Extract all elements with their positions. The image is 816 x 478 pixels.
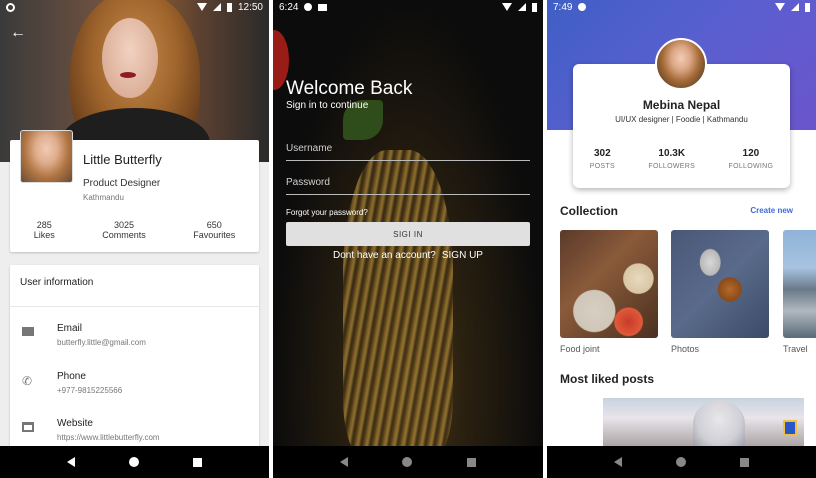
nav-home-icon[interactable] — [129, 457, 139, 467]
stat-value: 650 — [206, 220, 222, 230]
no-account-text: Dont have an account? — [333, 250, 436, 261]
profile-role: Product Designer — [83, 178, 161, 189]
info-value: https://www.littlebutterfly.com — [57, 433, 160, 442]
gear-icon — [304, 3, 313, 11]
login-screen: 6:24 Welcome Back Sign in to continue Fo… — [273, 0, 543, 478]
profile-card: Little Butterfly Product Designer Kathma… — [10, 130, 259, 252]
info-value: butterfly.little@gmail.com — [57, 338, 146, 347]
back-arrow-icon[interactable]: ← — [10, 25, 26, 41]
stat-label: FOLLOWERS — [648, 163, 696, 170]
stat-posts[interactable]: 302 POSTS — [590, 148, 615, 170]
username-field[interactable] — [286, 137, 530, 161]
stat-value: 120 — [742, 148, 760, 159]
password-input[interactable] — [286, 171, 530, 193]
nav-back-icon[interactable] — [614, 457, 622, 467]
collection-label: Travel — [783, 344, 808, 354]
collection-label: Food joint — [560, 344, 600, 354]
user-info-card: User information Email butterfly.little@… — [10, 265, 259, 455]
web-icon — [22, 422, 34, 434]
avatar — [20, 130, 73, 183]
stat-value: 3025 — [113, 220, 134, 230]
info-row-email[interactable]: Email butterfly.little@gmail.com — [10, 323, 259, 363]
nav-home-icon[interactable] — [402, 457, 413, 467]
stat-label: Comments — [102, 230, 146, 240]
stat-favourites[interactable]: 650 Favourites — [193, 220, 235, 240]
nav-recent-icon[interactable] — [740, 457, 749, 467]
profile-name: Little Butterfly — [83, 152, 162, 167]
collection-title: Collection — [560, 204, 619, 218]
forgot-password-link[interactable]: Forgot your password? — [286, 208, 368, 217]
collection-tile-travel[interactable] — [783, 230, 816, 338]
battery-icon — [805, 2, 810, 12]
info-row-phone[interactable]: ✆ Phone +977-9815225566 — [10, 371, 259, 411]
sign-in-button[interactable]: SIGI IN — [286, 222, 530, 246]
stat-likes[interactable]: 285 Likes — [34, 220, 55, 240]
info-value: +977-9815225566 — [57, 386, 123, 395]
username-input[interactable] — [286, 137, 530, 159]
avatar[interactable] — [655, 38, 707, 90]
status-bar: 7:49 — [547, 0, 816, 14]
create-new-link[interactable]: Create new — [750, 206, 793, 215]
stat-label: Likes — [33, 230, 55, 240]
status-bar: 6:24 — [273, 0, 543, 14]
stat-following[interactable]: 120 FOLLOWING — [729, 148, 774, 170]
status-time: 6:24 — [279, 1, 299, 13]
profile-name: Mebina Nepal — [642, 98, 721, 112]
profile-stats: 302 POSTS 10.3K FOLLOWERS 120 FOLLOWING — [573, 148, 790, 170]
wifi-icon — [502, 3, 512, 11]
stat-value: 10.3K — [658, 148, 686, 159]
signal-icon — [791, 3, 799, 11]
signal-icon — [518, 3, 526, 11]
status-time: 12:50 — [237, 1, 263, 13]
screens-container: 12:50 ← Little Butterfly Product Designe… — [0, 0, 816, 478]
nav-bar — [547, 446, 816, 478]
nav-back-icon[interactable] — [67, 457, 75, 467]
collection-label: Photos — [671, 344, 700, 354]
most-liked-title: Most liked posts — [560, 372, 655, 386]
welcome-subtitle: Sign in to continue — [286, 100, 369, 111]
notification-icon — [6, 2, 15, 12]
wifi-icon — [775, 3, 785, 11]
mail-icon — [318, 3, 328, 11]
profile-screen-2: 7:49 Mebina Nepal UI/UX designer | Foodi… — [547, 0, 816, 478]
nav-bar — [0, 446, 269, 478]
stat-followers[interactable]: 10.3K FOLLOWERS — [648, 148, 695, 170]
info-title: Email — [57, 323, 83, 334]
nav-back-icon[interactable] — [340, 457, 349, 467]
welcome-title: Welcome Back — [286, 78, 413, 99]
gear-icon — [578, 3, 587, 11]
profile-location: Kathmandu — [83, 193, 124, 202]
profile-stats: 285 Likes 3025 Comments 650 Favourites — [10, 220, 259, 240]
stat-label: FOLLOWING — [728, 163, 774, 170]
nav-recent-icon[interactable] — [193, 457, 202, 467]
stat-comments[interactable]: 3025 Comments — [102, 220, 146, 240]
stat-label: POSTS — [589, 163, 615, 170]
signup-prompt: Dont have an account? SIGN UP — [273, 250, 543, 261]
collection-tile-photos[interactable] — [671, 230, 769, 338]
profile-screen-1: 12:50 ← Little Butterfly Product Designe… — [0, 0, 269, 478]
battery-icon — [532, 2, 537, 12]
wifi-icon — [196, 3, 207, 11]
collection-tile-food-joint[interactable] — [560, 230, 658, 338]
stat-value: 285 — [36, 220, 52, 230]
nav-bar — [273, 446, 543, 478]
profile-tagline: UI/UX designer | Foodie | Kathmandu — [615, 115, 748, 124]
stat-label: Favourites — [193, 230, 236, 240]
stat-value: 302 — [593, 148, 611, 159]
status-bar: 12:50 — [0, 0, 269, 14]
info-title: Phone — [57, 371, 86, 382]
sign-up-link[interactable]: SIGN UP — [442, 250, 483, 261]
phone-icon: ✆ — [22, 374, 33, 388]
email-icon — [22, 327, 34, 339]
nav-recent-icon[interactable] — [466, 457, 476, 467]
nav-home-icon[interactable] — [676, 457, 686, 467]
battery-icon — [226, 2, 232, 12]
liked-post-image[interactable] — [603, 398, 804, 448]
status-time: 7:49 — [553, 1, 573, 13]
password-field[interactable] — [286, 171, 530, 195]
info-title: Website — [57, 418, 93, 429]
signal-icon — [212, 3, 221, 11]
user-info-title: User information — [10, 265, 259, 307]
